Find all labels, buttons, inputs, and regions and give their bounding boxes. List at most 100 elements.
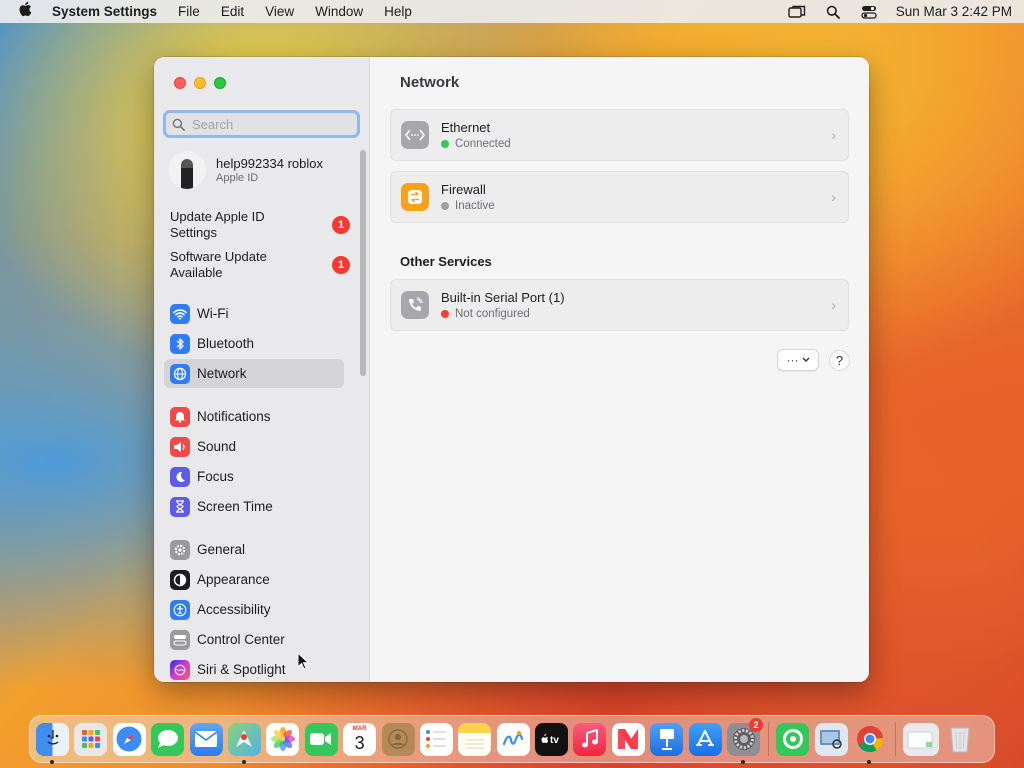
svg-text:tv: tv [550,735,559,746]
notification-badge: 1 [332,256,350,274]
notes-icon[interactable] [458,722,492,756]
system-settings-icon[interactable]: 2 [727,717,764,764]
more-actions-button[interactable]: ··· [777,349,819,371]
control-center-menubar-icon[interactable] [860,5,878,19]
service-row-serial-port[interactable]: Built-in Serial Port (1) Not configured … [390,279,849,331]
sidebar-item-label: Wi-Fi [197,306,229,321]
music-icon[interactable] [573,722,607,756]
network-pane: Network Ethernet Connected › Firewall In… [370,57,869,682]
sidebar-item-bluetooth[interactable]: Bluetooth [164,329,344,358]
launchpad-icon[interactable] [74,722,108,756]
alert-label: Software Update Available [170,249,267,280]
sidebar-item-screen-time[interactable]: Screen Time [164,492,344,521]
service-row-firewall[interactable]: Firewall Inactive › [390,171,849,223]
menu-help[interactable]: Help [384,4,412,19]
preview-icon[interactable] [814,722,848,756]
menu-edit[interactable]: Edit [221,4,244,19]
spotlight-search-icon[interactable] [824,5,842,19]
notification-badge: 1 [332,216,350,234]
zoom-window-button[interactable] [214,77,226,89]
sidebar-scrollbar[interactable] [360,150,366,376]
minimize-window-button[interactable] [194,77,206,89]
status-dot-icon [441,140,449,148]
sidebar-item-label: Network [197,366,247,381]
sidebar-item-general[interactable]: General [164,535,344,564]
findmy-icon[interactable] [776,722,810,756]
dock: MAR 3 tv 2 [29,715,995,764]
service-status-text: Connected [455,138,511,150]
maps-icon[interactable] [227,722,261,764]
menu-view[interactable]: View [265,4,294,19]
downloads-stack-icon[interactable] [902,722,939,756]
sidebar-search[interactable] [163,110,360,138]
wifi-icon [170,303,190,324]
news-icon[interactable] [611,722,645,756]
dock-notification-badge: 2 [749,717,764,732]
account-subtitle: Apple ID [216,172,259,184]
menu-app-name[interactable]: System Settings [52,4,157,19]
page-title: Network [400,74,460,91]
sidebar-item-appearance[interactable]: Appearance [164,565,344,594]
photos-icon[interactable] [266,722,300,756]
keynote-icon[interactable] [650,722,684,756]
apple-menu-icon[interactable] [12,1,38,22]
menu-file[interactable]: File [178,4,200,19]
chevron-right-icon: › [831,297,836,313]
messages-icon[interactable] [151,722,185,756]
software-update-alert[interactable]: Software Update Available 1 [170,249,350,281]
globe-icon [170,363,190,384]
firewall-icon [401,183,429,211]
facetime-icon[interactable] [304,722,338,756]
alert-label: Update Apple ID Settings [170,209,265,240]
menu-window[interactable]: Window [315,4,363,19]
sidebar-item-siri-spotlight[interactable]: Siri & Spotlight [164,655,344,682]
freeform-icon[interactable] [496,722,530,756]
apple-id-account[interactable]: help992334 roblox Apple ID [168,151,323,189]
search-input[interactable] [192,116,342,132]
sidebar-item-label: Appearance [197,572,270,587]
sidebar-item-wifi[interactable]: Wi-Fi [164,299,344,328]
chevron-right-icon: › [831,127,836,143]
siri-icon [170,659,190,680]
service-status-text: Not configured [455,308,530,320]
service-status: Not configured [441,308,565,320]
contacts-icon[interactable] [381,722,415,756]
finder-icon[interactable] [36,722,69,764]
update-apple-id-alert[interactable]: Update Apple ID Settings 1 [170,209,350,241]
appstore-icon[interactable] [688,722,722,756]
sidebar-item-label: Focus [197,469,234,484]
calendar-icon[interactable]: MAR 3 [343,722,377,756]
mail-icon[interactable] [189,722,223,756]
mouse-cursor-icon [297,651,310,673]
sidebar-item-label: Siri & Spotlight [197,662,286,677]
sidebar-item-sound[interactable]: Sound [164,432,344,461]
trash-icon[interactable] [944,723,977,756]
phone-icon [401,291,429,319]
sidebar-item-network[interactable]: Network [164,359,344,388]
tv-icon[interactable]: tv [535,722,569,756]
sidebar-item-control-center[interactable]: Control Center [164,625,344,654]
bluetooth-icon [170,333,190,354]
speaker-icon [170,436,190,457]
close-window-button[interactable] [174,77,186,89]
more-actions-label: ··· [786,353,799,367]
sidebar-item-accessibility[interactable]: Accessibility [164,595,344,624]
chrome-icon[interactable] [853,723,886,764]
service-status: Connected [441,138,511,150]
sidebar-item-notifications[interactable]: Notifications [164,402,344,431]
chevron-right-icon: › [831,189,836,205]
sidebar-item-focus[interactable]: Focus [164,462,344,491]
account-name: help992334 roblox [216,156,323,171]
sidebar-item-label: Notifications [197,409,271,424]
reminders-icon[interactable] [419,722,453,756]
help-button[interactable]: ? [829,350,850,371]
search-icon [172,118,185,131]
sidebar-item-label: Control Center [197,632,285,647]
menubar-clock[interactable]: Sun Mar 3 2:42 PM [896,4,1012,19]
screen-mirroring-icon[interactable] [787,5,806,19]
bell-icon [170,406,190,427]
service-name: Built-in Serial Port (1) [441,290,565,305]
sidebar: help992334 roblox Apple ID Update Apple … [154,57,370,682]
safari-icon[interactable] [112,722,146,756]
service-row-ethernet[interactable]: Ethernet Connected › [390,109,849,161]
